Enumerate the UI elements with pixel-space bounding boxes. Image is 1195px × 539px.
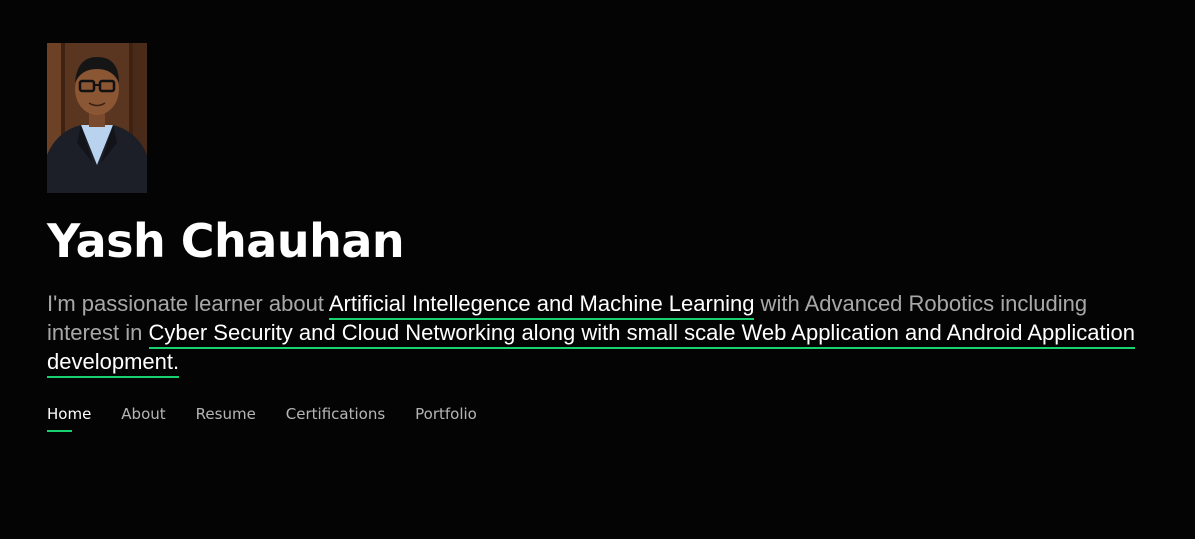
- main-nav: Home About Resume Certifications Portfol…: [47, 404, 1157, 432]
- nav-item-resume[interactable]: Resume: [196, 404, 256, 432]
- intro-part-1: I'm passionate learner about: [47, 291, 329, 316]
- intro-highlight-cyber: Cyber Security and Cloud Networking alon…: [47, 320, 1135, 378]
- nav-item-portfolio[interactable]: Portfolio: [415, 404, 477, 432]
- profile-photo: [47, 43, 147, 193]
- nav-item-about[interactable]: About: [121, 404, 165, 432]
- intro-text: I'm passionate learner about Artificial …: [47, 289, 1147, 378]
- header-container: Yash Chauhan I'm passionate learner abou…: [47, 43, 1157, 432]
- nav-item-certifications[interactable]: Certifications: [286, 404, 385, 432]
- intro-highlight-ai-ml: Artificial Intellegence and Machine Lear…: [328, 291, 755, 320]
- avatar: [47, 43, 147, 193]
- nav-item-home[interactable]: Home: [47, 404, 91, 432]
- profile-name: Yash Chauhan: [47, 214, 405, 268]
